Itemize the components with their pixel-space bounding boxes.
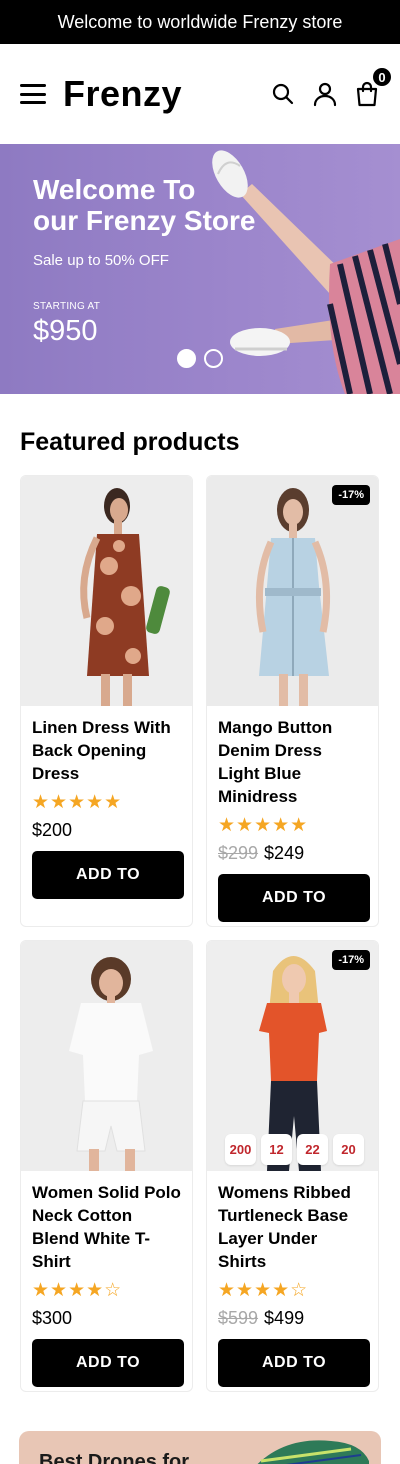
hero-subtitle: Sale up to 50% OFF	[33, 252, 169, 269]
cart-count-badge: 0	[371, 66, 393, 88]
add-to-cart-button[interactable]: ADD TO	[218, 1339, 370, 1387]
cart-icon[interactable]: 0	[353, 66, 393, 108]
product-card[interactable]: Linen Dress With Back Opening Dress ★★★★…	[20, 475, 193, 927]
add-to-cart-button[interactable]: ADD TO	[218, 874, 370, 922]
product-title[interactable]: Mango Button Denim Dress Light Blue Mini…	[218, 716, 368, 808]
hero-slide-dot-1[interactable]	[177, 349, 196, 368]
hero-starting-label: STARTING AT	[33, 301, 101, 312]
discount-badge: -17%	[332, 485, 370, 505]
original-price: $299	[218, 843, 259, 863]
product-title[interactable]: Linen Dress With Back Opening Dress	[32, 716, 182, 785]
site-header: Frenzy 0	[0, 44, 400, 144]
product-image[interactable]: -17%	[207, 476, 378, 706]
sneaker-image	[257, 1440, 369, 1464]
hamburger-menu-icon[interactable]	[20, 84, 46, 104]
product-card[interactable]: -17% 200 12 22 20 Womens Ribbed Turtlene…	[206, 940, 379, 1392]
product-card[interactable]: Women Solid Polo Neck Cotton Blend White…	[20, 940, 193, 1392]
site-logo[interactable]: Frenzy	[63, 73, 182, 115]
product-price: $200	[32, 820, 73, 840]
product-title[interactable]: Women Solid Polo Neck Cotton Blend White…	[32, 1181, 182, 1273]
product-image[interactable]	[21, 476, 192, 706]
announcement-text: Welcome to worldwide Frenzy store	[57, 11, 343, 32]
rating-stars-icon: ★★★★☆	[218, 1280, 309, 1301]
countdown-days: 200	[225, 1134, 256, 1165]
price-row: $300	[32, 1307, 182, 1329]
search-icon[interactable]	[269, 80, 297, 108]
announcement-bar: Welcome to worldwide Frenzy store	[0, 0, 400, 44]
product-card[interactable]: -17% Mango Button Denim Dress Light Blue…	[206, 475, 379, 927]
product-price: $249	[264, 843, 305, 863]
hero-price: $950	[33, 315, 98, 347]
product-image[interactable]: -17% 200 12 22 20	[207, 941, 378, 1171]
product-title[interactable]: Womens Ribbed Turtleneck Base Layer Unde…	[218, 1181, 368, 1273]
discount-badge: -17%	[332, 950, 370, 970]
promo-text: Best Drones for	[39, 1451, 190, 1464]
countdown-timer: 200 12 22 20	[225, 1134, 364, 1165]
rating-stars-icon: ★★★★☆	[32, 1280, 123, 1301]
rating-stars-icon: ★★★★★	[32, 792, 123, 813]
product-price: $499	[264, 1308, 305, 1328]
header-actions: 0	[269, 66, 393, 108]
product-price: $300	[32, 1308, 73, 1328]
price-row: $299 $249	[218, 842, 368, 864]
add-to-cart-button[interactable]: ADD TO	[32, 851, 184, 899]
hero-slide-dots	[177, 349, 223, 368]
original-price: $599	[218, 1308, 259, 1328]
countdown-seconds: 20	[333, 1134, 364, 1165]
price-row: $599 $499	[218, 1307, 368, 1329]
featured-products-title: Featured products	[20, 428, 240, 456]
product-image[interactable]	[21, 941, 192, 1171]
promo-banner[interactable]: Best Drones for	[19, 1431, 381, 1464]
price-row: $200	[32, 819, 182, 841]
countdown-hours: 12	[261, 1134, 292, 1165]
hero-title: Welcome To our Frenzy Store	[33, 174, 256, 236]
account-icon[interactable]	[311, 80, 339, 108]
rating-stars-icon: ★★★★★	[218, 815, 309, 836]
countdown-minutes: 22	[297, 1134, 328, 1165]
add-to-cart-button[interactable]: ADD TO	[32, 1339, 184, 1387]
hero-banner[interactable]: Welcome To our Frenzy Store Sale up to 5…	[0, 144, 400, 394]
hero-slide-dot-2[interactable]	[204, 349, 223, 368]
